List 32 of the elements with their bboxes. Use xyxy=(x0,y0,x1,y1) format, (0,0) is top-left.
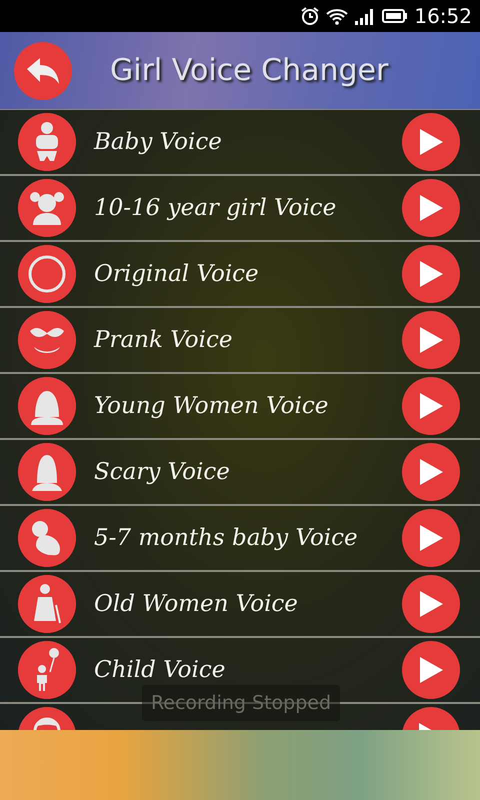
voice-label: Prank Voice xyxy=(94,327,232,353)
voice-label: Child Voice xyxy=(94,657,226,683)
play-icon xyxy=(418,194,444,222)
play-icon xyxy=(418,590,444,618)
voice-label: 10-16 year girl Voice xyxy=(94,195,336,221)
battery-icon xyxy=(382,8,408,24)
alarm-icon xyxy=(300,6,320,26)
play-icon xyxy=(418,458,444,486)
play-icon xyxy=(418,326,444,354)
voice-label: 5-7 months baby Voice xyxy=(94,525,358,551)
mask-avatar-icon xyxy=(18,311,76,369)
play-icon xyxy=(418,392,444,420)
girl-avatar-icon xyxy=(18,179,76,237)
recording-toast: Recording Stopped xyxy=(142,685,340,721)
voice-label: Original Voice xyxy=(94,261,259,287)
play-icon xyxy=(418,260,444,288)
voice-label: Old Women Voice xyxy=(94,591,298,617)
wifi-icon xyxy=(326,7,348,25)
play-icon xyxy=(418,524,444,552)
back-arrow-icon xyxy=(25,56,61,86)
voice-label: Young Women Voice xyxy=(94,393,328,419)
baby-avatar-icon xyxy=(18,113,76,171)
play-icon xyxy=(418,656,444,684)
app-title: Girl Voice Changer xyxy=(110,53,388,88)
play-icon xyxy=(418,128,444,156)
clock-time: 16:52 xyxy=(414,4,472,28)
grandma-avatar-icon xyxy=(18,575,76,633)
voice-label: Scary Voice xyxy=(94,459,230,485)
infant-avatar-icon xyxy=(18,509,76,567)
voice-label: Baby Voice xyxy=(94,129,222,155)
child-avatar-icon xyxy=(18,641,76,699)
woman-avatar-icon xyxy=(18,377,76,435)
